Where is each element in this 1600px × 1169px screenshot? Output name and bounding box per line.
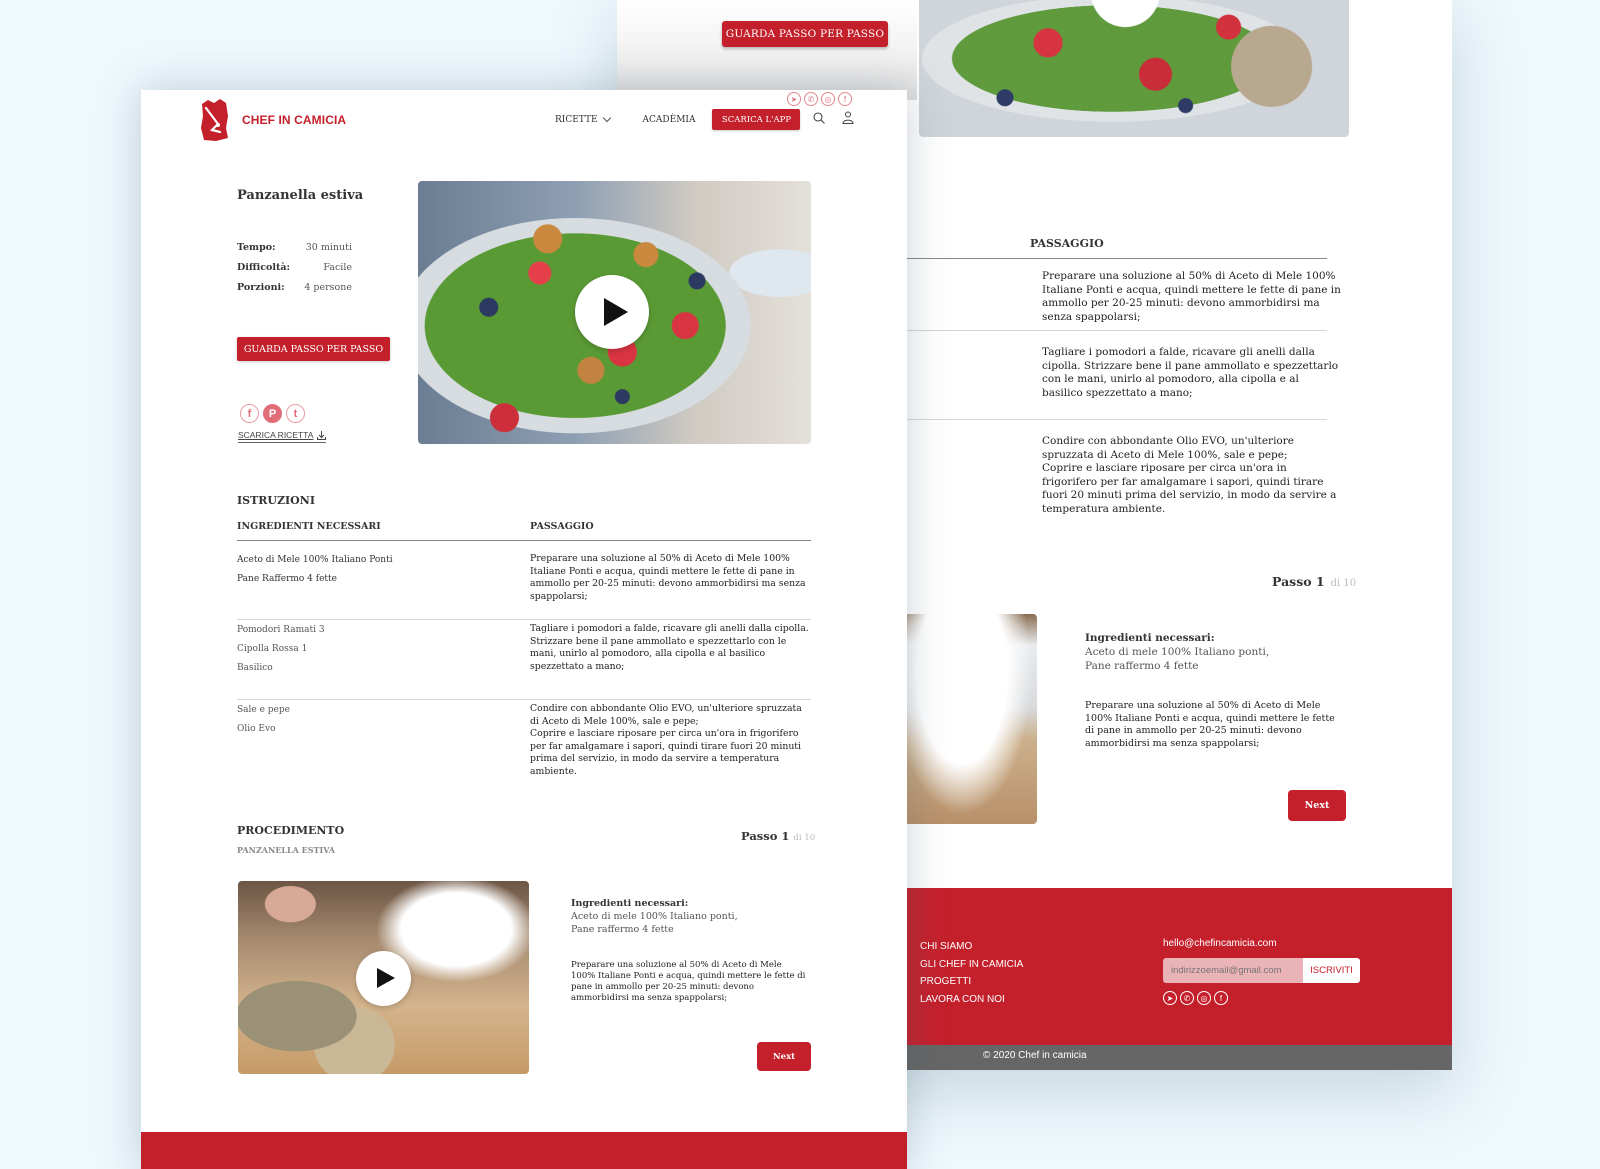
- ingredient-item: Basilico: [237, 663, 273, 673]
- step-description: Preparare una soluzione al 50% di Aceto …: [571, 960, 806, 1003]
- play-button-icon[interactable]: [356, 951, 411, 1006]
- footer-links: CHI SIAMO GLI CHEF IN CAMICIA PROGETTI L…: [920, 938, 1023, 1008]
- telegram-icon[interactable]: ➤: [787, 92, 801, 106]
- ingredient-item: Aceto di Mele 100% Italiano Ponti: [237, 555, 393, 565]
- step-counter: Passo 1 di 10: [1272, 574, 1356, 589]
- recipe-title: Panzanella estiva: [237, 188, 364, 203]
- step-video-thumbnail[interactable]: [238, 881, 529, 1074]
- instagram-icon[interactable]: ◎: [821, 92, 835, 106]
- newsletter-email-input[interactable]: [1163, 958, 1303, 983]
- front-page: CHEF IN CAMICIA ➤ ✆ ◎ f RICETTE ACADÈMIA…: [141, 90, 907, 1169]
- column-header-step: PASSAGGIO: [1030, 237, 1104, 250]
- ingredient-item: Olio Evo: [237, 724, 276, 734]
- subscribe-button[interactable]: ISCRIVITI: [1303, 958, 1360, 983]
- next-step-button[interactable]: Next: [757, 1042, 811, 1071]
- download-icon: [317, 430, 327, 440]
- step-video-thumbnail[interactable]: [887, 614, 1037, 824]
- step-ingredient: Aceto di mele 100% Italiano ponti,: [571, 911, 738, 922]
- step-description: Preparare una soluzione al 50% di Aceto …: [1085, 700, 1335, 749]
- play-button-icon[interactable]: [575, 275, 649, 349]
- footer-link-chi-siamo[interactable]: CHI SIAMO: [920, 938, 1023, 956]
- procedure-subtitle: PANZANELLA ESTIVA: [237, 845, 336, 855]
- back-header-fade: [617, 0, 917, 100]
- ingredient-item: Sale e pepe: [237, 705, 290, 715]
- footer-link-lavora[interactable]: LAVORA CON NOI: [920, 991, 1023, 1009]
- step-text: Preparare una soluzione al 50% di Aceto …: [1042, 270, 1341, 323]
- meta-row-difficulty: Difficoltà: Facile: [237, 262, 352, 282]
- step-label: Passo 1: [1272, 574, 1325, 589]
- facebook-icon[interactable]: f: [240, 404, 259, 423]
- step-text: Condire con abbondante Olio EVO, un'ulte…: [1042, 435, 1337, 515]
- procedure-title: PROCEDIMENTO: [237, 824, 345, 837]
- user-icon[interactable]: [842, 111, 854, 124]
- ingredient-list: Pomodori Ramati 3 Cipolla Rossa 1 Basili…: [237, 621, 325, 678]
- meta-label: Tempo:: [237, 242, 276, 253]
- step-text: Condire con abbondante Olio EVO, un'ulte…: [530, 703, 802, 777]
- newsletter-form: ISCRIVITI: [1163, 958, 1360, 983]
- pinterest-icon[interactable]: P: [263, 404, 282, 423]
- step-text: Preparare una soluzione al 50% di Aceto …: [530, 553, 806, 602]
- step-ingredient: Pane raffermo 4 fette: [571, 924, 674, 935]
- step-ingredient: Aceto di mele 100% Italiano ponti,: [1085, 646, 1270, 658]
- step-text: Tagliare i pomodori a falde, ricavare gl…: [1042, 346, 1339, 399]
- column-header-ingredients: INGREDIENTI NECESSARI: [237, 521, 381, 532]
- watch-step-by-step-button[interactable]: GUARDA PASSO PER PASSO: [237, 337, 390, 361]
- download-recipe-link[interactable]: SCARICA RICETTA: [238, 430, 327, 443]
- nav-ricette[interactable]: RICETTE: [555, 113, 611, 125]
- nav-accademia[interactable]: ACADÈMIA: [643, 115, 696, 125]
- download-app-button[interactable]: SCARICA L'APP: [712, 109, 801, 130]
- ingredient-item: Cipolla Rossa 1: [237, 644, 308, 654]
- step-ingredients-heading: Ingredienti necessari:: [571, 898, 689, 909]
- download-recipe-label: SCARICA RICETTA: [238, 430, 314, 440]
- twitter-icon[interactable]: t: [286, 404, 305, 423]
- watch-step-by-step-button[interactable]: GUARDA PASSO PER PASSO: [722, 21, 888, 47]
- meta-value: 4 persone: [304, 282, 352, 293]
- instructions-title: ISTRUZIONI: [237, 494, 315, 507]
- recipe-meta: Tempo: 30 minuti Difficoltà: Facile Porz…: [237, 242, 352, 302]
- ingredient-item: Pane Raffermo 4 fette: [237, 574, 337, 584]
- instructions-table-header: INGREDIENTI NECESSARI PASSAGGIO: [237, 521, 811, 541]
- share-buttons: f P t: [240, 404, 305, 423]
- step-counter: Passo 1 di 10: [741, 829, 815, 843]
- row-divider: [887, 330, 1327, 331]
- footer-link-chefs[interactable]: GLI CHEF IN CAMICIA: [920, 956, 1023, 974]
- ingredient-list: Aceto di Mele 100% Italiano Ponti Pane R…: [237, 551, 393, 589]
- meta-row-time: Tempo: 30 minuti: [237, 242, 352, 262]
- meta-value: Facile: [323, 262, 352, 273]
- instructions-table-header: PASSAGGIO: [887, 232, 1327, 259]
- step-ingredient: Pane raffermo 4 fette: [1085, 660, 1199, 672]
- row-divider: [237, 699, 811, 700]
- column-header-step: PASSAGGIO: [530, 521, 594, 532]
- logo[interactable]: CHEF IN CAMICIA: [198, 98, 346, 142]
- chevron-down-icon: [602, 113, 611, 123]
- meta-value: 30 minuti: [305, 242, 352, 253]
- footer-link-progetti[interactable]: PROGETTI: [920, 973, 1023, 991]
- row-divider: [887, 419, 1327, 420]
- main-nav: RICETTE ACADÈMIA SCARICA L'APP: [555, 109, 801, 130]
- step-total: di 10: [793, 833, 816, 843]
- row-divider: [237, 619, 811, 620]
- meta-label: Porzioni:: [237, 282, 285, 293]
- ingredient-list: Sale e pepe Olio Evo: [237, 701, 290, 739]
- recipe-video-thumbnail[interactable]: [919, 0, 1349, 137]
- header-social-links: ➤ ✆ ◎ f: [787, 92, 852, 106]
- step-total: di 10: [1330, 578, 1357, 589]
- meta-row-servings: Porzioni: 4 persone: [237, 282, 352, 302]
- next-step-button[interactable]: Next: [1288, 790, 1346, 821]
- facebook-icon[interactable]: f: [838, 92, 852, 106]
- step-label: Passo 1: [741, 829, 790, 843]
- meta-label: Difficoltà:: [237, 262, 291, 273]
- step-ingredients-heading: Ingredienti necessari:: [1085, 632, 1215, 644]
- chef-shirt-logo-icon: [201, 99, 228, 141]
- recipe-video-thumbnail[interactable]: [418, 181, 811, 444]
- step-ingredients: Ingredienti necessari: Aceto di mele 100…: [1085, 631, 1335, 673]
- footer: [141, 1132, 907, 1169]
- search-icon[interactable]: [813, 112, 825, 124]
- nav-ricette-label: RICETTE: [555, 114, 598, 125]
- brand-name: CHEF IN CAMICIA: [242, 113, 347, 127]
- ingredient-item: Pomodori Ramati 3: [237, 625, 325, 635]
- step-text: Tagliare i pomodori a falde, ricavare gl…: [530, 623, 809, 672]
- whatsapp-icon[interactable]: ✆: [804, 92, 818, 106]
- step-ingredients: Ingredienti necessari: Aceto di mele 100…: [571, 897, 811, 936]
